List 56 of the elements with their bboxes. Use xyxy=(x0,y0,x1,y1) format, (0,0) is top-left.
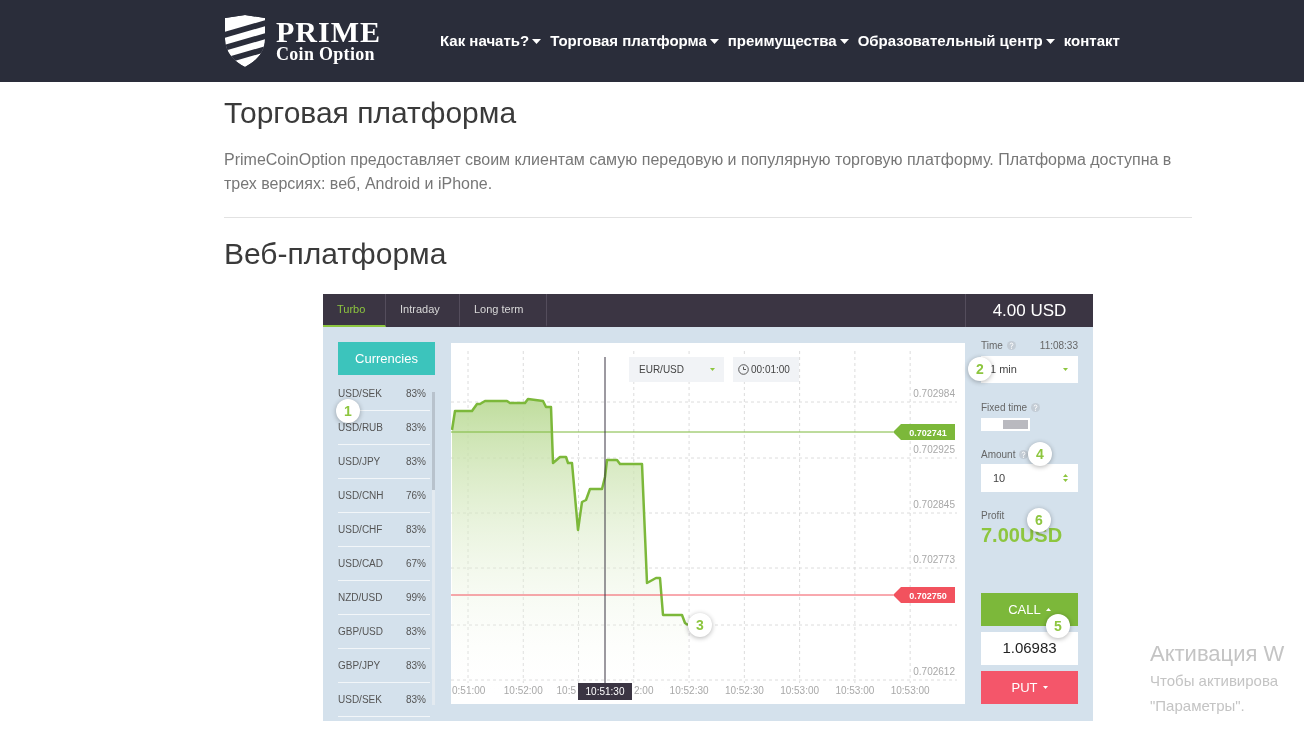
expiry-timer: 00:01:00 xyxy=(733,357,799,382)
y-axis-label: 0.702984 xyxy=(913,388,955,399)
field-label: Profit xyxy=(981,508,1005,523)
clock-time: 11:08:33 xyxy=(1039,338,1078,353)
payout-percent: 67% xyxy=(406,557,426,571)
currency-pair: GBP/USD xyxy=(338,625,383,639)
intro-paragraph: PrimeCoinOption предоставляет своим клиентам самую передовую и популярную торговую платформу. Платформа доступна в трех версиях: веб, Android и iPhone. xyxy=(224,150,1173,194)
section-title: Веб-платформа xyxy=(224,236,448,272)
activation-notice-title: Активация W xyxy=(1150,640,1285,668)
logo-title: PRIME xyxy=(276,19,381,45)
y-axis-label: 0.702925 xyxy=(913,444,955,455)
payout-percent: 99% xyxy=(406,591,426,605)
currency-pair: USD/CHF xyxy=(338,523,383,537)
activation-notice-text: "Параметры". xyxy=(1150,696,1246,716)
y-axis-label: 0.702845 xyxy=(913,499,955,510)
price-display: 1.06983 xyxy=(981,632,1078,665)
x-axis-label: 10:52:00 xyxy=(503,685,543,696)
payout-percent: 83% xyxy=(406,455,426,469)
crosshair-time-label: 10:51:30 xyxy=(578,683,632,700)
step-marker: 4 xyxy=(1028,442,1052,466)
step-marker: 1 xyxy=(336,399,360,423)
payout-percent: 83% xyxy=(406,659,426,673)
x-axis-label: 10:53:00 xyxy=(835,685,875,696)
page-title: Торговая платформа xyxy=(224,95,518,131)
currency-pair: USD/SEK xyxy=(338,387,382,401)
currency-pair: GBP/JPY xyxy=(338,659,381,673)
currency-pair: USD/CAD xyxy=(338,557,383,571)
payout-percent: 83% xyxy=(406,625,426,639)
logo-subtitle: Coin Option xyxy=(276,45,376,63)
payout-percent: 83% xyxy=(406,387,426,401)
payout-percent: 83% xyxy=(406,693,426,707)
x-axis-label: 10:5 xyxy=(556,685,576,696)
step-marker: 2 xyxy=(968,357,992,381)
price-tag: 0.702750 xyxy=(893,587,955,603)
x-axis-label: 2:00 xyxy=(634,685,654,696)
field-label: Fixed time xyxy=(981,400,1028,415)
x-axis-label: 0:51:00 xyxy=(452,685,486,696)
y-axis-label: 0.702773 xyxy=(913,554,955,565)
payout-percent: 83% xyxy=(406,421,426,435)
step-marker: 3 xyxy=(688,613,712,637)
currency-pair: USD/CNH xyxy=(338,489,384,503)
field-label: Amount xyxy=(981,447,1016,462)
currency-pair: USD/JPY xyxy=(338,455,381,469)
y-axis-label: 0.702612 xyxy=(913,666,955,677)
field-label: Time xyxy=(981,338,1003,353)
x-axis-label: 10:53:00 xyxy=(780,685,820,696)
activation-notice-text: Чтобы активирова xyxy=(1150,671,1280,691)
x-axis-label: 10:52:30 xyxy=(724,685,764,696)
x-axis-label: 10:52:30 xyxy=(669,685,709,696)
payout-percent: 76% xyxy=(406,489,426,503)
currency-pair: NZD/USD xyxy=(338,591,383,605)
x-axis-label: 10:53:00 xyxy=(890,685,930,696)
currency-pair: USD/RUB xyxy=(338,421,383,435)
payout-percent: 83% xyxy=(406,523,426,537)
price-tag: 0.702741 xyxy=(893,424,955,440)
currency-pair: USD/SEK xyxy=(338,693,382,707)
